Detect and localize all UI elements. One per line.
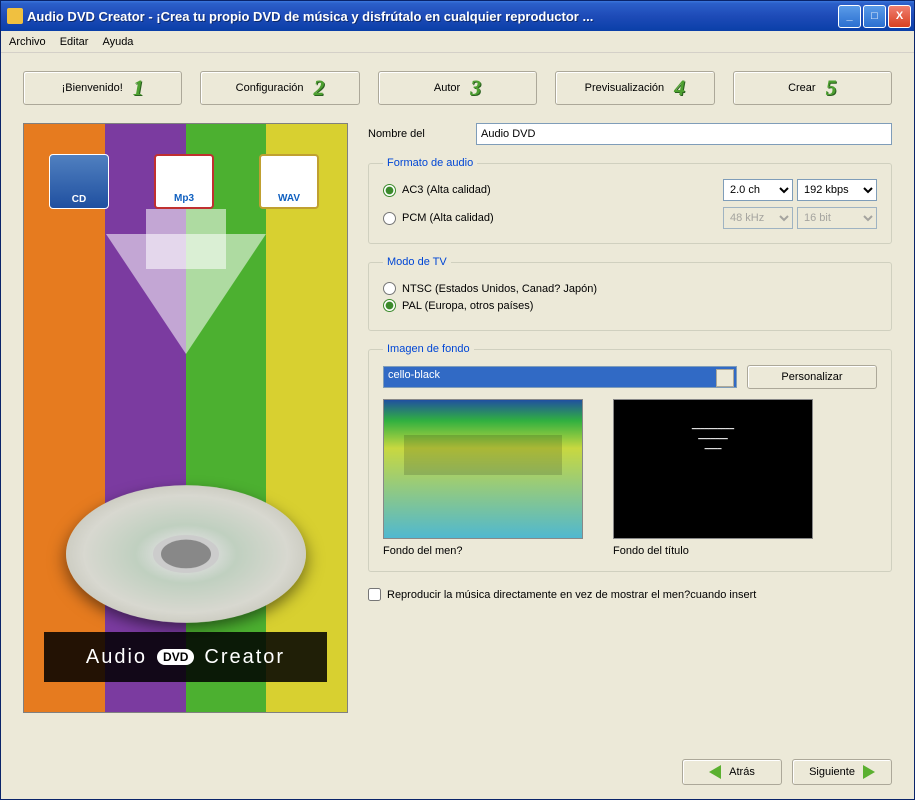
chevron-down-icon: [722, 374, 730, 379]
step-label: Autor: [434, 82, 460, 94]
close-button[interactable]: X: [888, 5, 911, 28]
ntsc-label: NTSC (Estados Unidos, Canad? Japón): [402, 283, 597, 295]
step-number: 3: [470, 75, 481, 101]
disc-icon: [66, 485, 306, 623]
step-label: ¡Bienvenido!: [62, 82, 123, 94]
menu-background-label: Fondo del men?: [383, 545, 583, 557]
arrow-left-icon: [709, 765, 721, 779]
background-group: Imagen de fondo cello-black Personalizar…: [368, 343, 892, 572]
illustration-caption: Audio DVD Creator: [44, 632, 327, 682]
menubar: Archivo Editar Ayuda: [1, 31, 914, 53]
back-button[interactable]: Atrás: [682, 759, 782, 785]
menu-file[interactable]: Archivo: [9, 36, 46, 48]
step-label: Crear: [788, 82, 816, 94]
wav-icon: WAV: [259, 154, 319, 209]
audio-format-legend: Formato de audio: [383, 157, 477, 169]
step-author[interactable]: Autor 3: [378, 71, 537, 105]
name-label: Nombre del: [368, 128, 458, 140]
samplerate-select: 48 kHz: [723, 207, 793, 229]
wizard-steps: ¡Bienvenido! 1 Configuración 2 Autor 3 P…: [23, 71, 892, 105]
titlebar: Audio DVD Creator - ¡Crea tu propio DVD …: [1, 1, 914, 31]
menu-help[interactable]: Ayuda: [102, 36, 133, 48]
cd-icon: CD: [49, 154, 109, 209]
pcm-label: PCM (Alta calidad): [402, 212, 494, 224]
background-legend: Imagen de fondo: [383, 343, 474, 355]
next-button[interactable]: Siguiente: [792, 759, 892, 785]
step-welcome[interactable]: ¡Bienvenido! 1: [23, 71, 182, 105]
step-create[interactable]: Crear 5: [733, 71, 892, 105]
config-form: Nombre del Formato de audio AC3 (Alta ca…: [368, 123, 892, 745]
app-window: Audio DVD Creator - ¡Crea tu propio DVD …: [0, 0, 915, 800]
maximize-button[interactable]: □: [863, 5, 886, 28]
title-background-label: Fondo del título: [613, 545, 813, 557]
step-config[interactable]: Configuración 2: [200, 71, 359, 105]
title-background-preview[interactable]: ━━━━━━━━━━━━━━━━━━━━━: [613, 399, 813, 539]
customize-button[interactable]: Personalizar: [747, 365, 877, 389]
step-number: 5: [826, 75, 837, 101]
menu-background-preview[interactable]: [383, 399, 583, 539]
app-icon: [7, 8, 23, 24]
pal-radio[interactable]: [383, 299, 396, 312]
step-number: 2: [314, 75, 325, 101]
dvd-name-input[interactable]: [476, 123, 892, 145]
wizard-nav: Atrás Siguiente: [23, 745, 892, 785]
bitrate-select[interactable]: 192 kbps: [797, 179, 877, 201]
step-number: 4: [674, 75, 685, 101]
step-label: Previsualización: [585, 82, 664, 94]
mp3-icon: Mp3: [154, 154, 214, 209]
channels-select[interactable]: 2.0 ch: [723, 179, 793, 201]
content-area: ¡Bienvenido! 1 Configuración 2 Autor 3 P…: [1, 53, 914, 799]
tv-mode-group: Modo de TV NTSC (Estados Unidos, Canad? …: [368, 256, 892, 331]
background-select[interactable]: cello-black: [383, 366, 737, 388]
ac3-label: AC3 (Alta calidad): [402, 184, 491, 196]
arrow-right-icon: [863, 765, 875, 779]
bitdepth-select: 16 bit: [797, 207, 877, 229]
play-directly-label: Reproducir la música directamente en vez…: [387, 589, 756, 601]
step-preview[interactable]: Previsualización 4: [555, 71, 714, 105]
minimize-button[interactable]: _: [838, 5, 861, 28]
window-title: Audio DVD Creator - ¡Crea tu propio DVD …: [27, 9, 838, 24]
ntsc-radio[interactable]: [383, 282, 396, 295]
pcm-radio[interactable]: [383, 212, 396, 225]
audio-format-group: Formato de audio AC3 (Alta calidad) 2.0 …: [368, 157, 892, 244]
ac3-radio[interactable]: [383, 184, 396, 197]
step-number: 1: [133, 75, 144, 101]
step-label: Configuración: [236, 82, 304, 94]
tv-mode-legend: Modo de TV: [383, 256, 451, 268]
pal-label: PAL (Europa, otros países): [402, 300, 533, 312]
play-directly-checkbox[interactable]: [368, 588, 381, 601]
menu-edit[interactable]: Editar: [60, 36, 89, 48]
wizard-illustration: CD Mp3 WAV Audio DVD Creator: [23, 123, 348, 713]
